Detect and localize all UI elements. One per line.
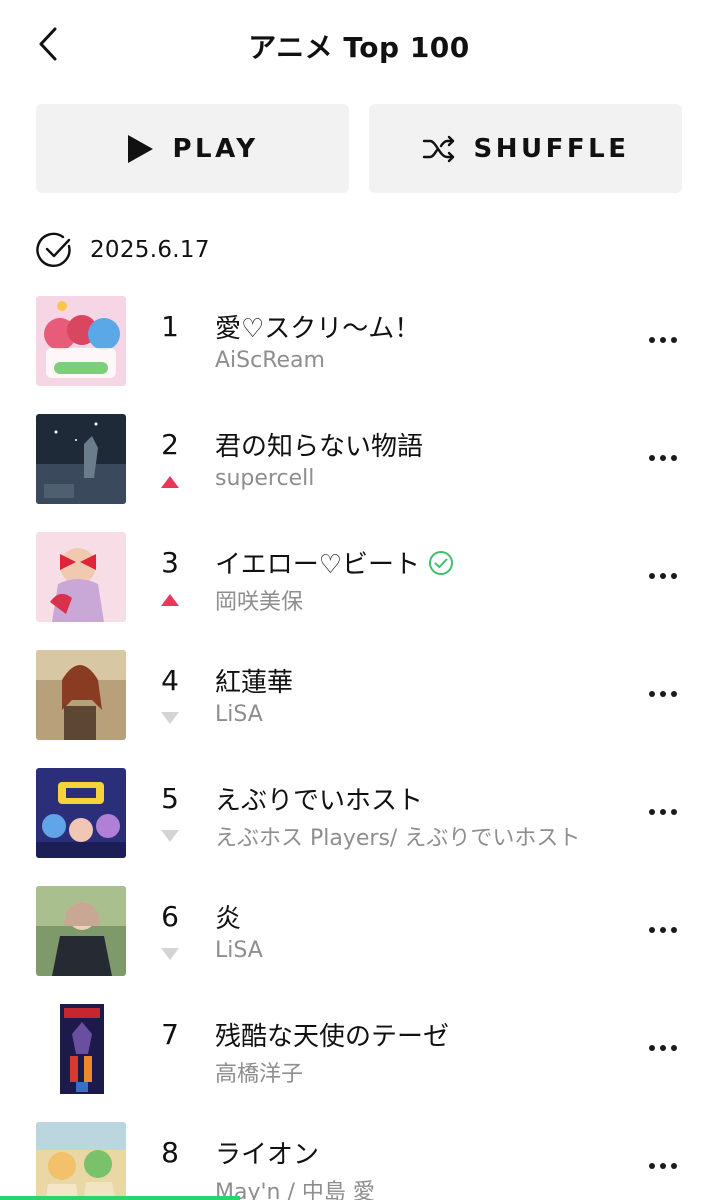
song-title-text: 炎 bbox=[215, 904, 242, 934]
song-title-text: イエロー♡ビート bbox=[215, 550, 421, 580]
track-row[interactable]: 5 えぶりでいホスト えぶホス Players/ えぶりでいホスト bbox=[0, 768, 718, 886]
shuffle-label: SHUFFLE bbox=[473, 133, 630, 164]
more-dot bbox=[649, 927, 655, 933]
artist-name[interactable]: 岡咲美保 bbox=[215, 584, 303, 616]
album-cover[interactable] bbox=[36, 1004, 126, 1094]
song-title[interactable]: 残酷な天使のテーゼ bbox=[215, 1016, 449, 1053]
more-dot bbox=[660, 809, 666, 815]
rank-number: 6 bbox=[161, 900, 179, 933]
song-title-text: 紅蓮華 bbox=[215, 668, 294, 698]
more-dot bbox=[671, 573, 677, 579]
verified-check-icon bbox=[429, 550, 454, 575]
play-label: PLAY bbox=[172, 133, 259, 164]
rank-number: 1 bbox=[161, 310, 179, 343]
song-title[interactable]: 炎 bbox=[215, 898, 241, 935]
artist-name[interactable]: supercell bbox=[215, 466, 314, 491]
song-title-text: えぶりでいホスト bbox=[215, 786, 424, 816]
shuffle-button[interactable]: SHUFFLE bbox=[369, 104, 682, 193]
more-dot bbox=[671, 927, 677, 933]
action-buttons: PLAY SHUFFLE bbox=[36, 104, 682, 193]
more-options-button[interactable] bbox=[638, 794, 688, 830]
artist-name[interactable]: AiScReam bbox=[215, 348, 325, 373]
shuffle-icon bbox=[422, 135, 454, 162]
artist-name[interactable]: えぶホス Players/ えぶりでいホスト bbox=[215, 820, 580, 852]
more-dot bbox=[671, 1163, 677, 1169]
more-dot bbox=[660, 1045, 666, 1051]
more-options-button[interactable] bbox=[638, 1148, 688, 1184]
more-options-button[interactable] bbox=[638, 676, 688, 712]
more-dot bbox=[660, 573, 666, 579]
album-cover[interactable] bbox=[36, 650, 126, 740]
more-dot bbox=[660, 455, 666, 461]
track-row[interactable]: 2 君の知らない物語 supercell bbox=[0, 414, 718, 532]
artist-name[interactable]: 高橋洋子 bbox=[215, 1056, 303, 1088]
page-title: アニメ Top 100 bbox=[248, 31, 470, 64]
playback-progress-bar bbox=[0, 1196, 240, 1200]
song-title-text: ライオン bbox=[215, 1140, 320, 1170]
date-text: 2025.6.17 bbox=[90, 237, 210, 263]
play-button[interactable]: PLAY bbox=[36, 104, 349, 193]
more-dot bbox=[649, 337, 655, 343]
check-circle-icon bbox=[36, 232, 71, 268]
trend-down-icon bbox=[161, 830, 179, 842]
trend-down-icon bbox=[161, 948, 179, 960]
more-dot bbox=[649, 809, 655, 815]
more-options-button[interactable] bbox=[638, 322, 688, 358]
track-row[interactable]: 1 愛♡スクリ〜ム！ AiScReam bbox=[0, 296, 718, 414]
more-dot bbox=[649, 573, 655, 579]
album-cover[interactable] bbox=[36, 296, 126, 386]
more-dot bbox=[660, 1163, 666, 1169]
rank-number: 8 bbox=[161, 1136, 179, 1169]
song-title[interactable]: 紅蓮華 bbox=[215, 662, 293, 699]
more-dot bbox=[649, 691, 655, 697]
song-title-text: 君の知らない物語 bbox=[215, 432, 424, 462]
more-dot bbox=[649, 455, 655, 461]
more-dot bbox=[671, 337, 677, 343]
trend-up-icon bbox=[161, 594, 179, 606]
album-cover[interactable] bbox=[36, 532, 126, 622]
song-title[interactable]: ライオン bbox=[215, 1134, 319, 1171]
rank-number: 2 bbox=[161, 428, 179, 461]
album-cover[interactable] bbox=[36, 768, 126, 858]
track-row[interactable]: 4 紅蓮華 LiSA bbox=[0, 650, 718, 768]
more-dot bbox=[660, 691, 666, 697]
more-dot bbox=[671, 1045, 677, 1051]
rank-number: 5 bbox=[161, 782, 179, 815]
track-row[interactable]: 6 炎 LiSA bbox=[0, 886, 718, 1004]
song-title[interactable]: 君の知らない物語 bbox=[215, 426, 423, 463]
more-options-button[interactable] bbox=[638, 912, 688, 948]
more-options-button[interactable] bbox=[638, 1030, 688, 1066]
more-dot bbox=[649, 1163, 655, 1169]
more-options-button[interactable] bbox=[638, 440, 688, 476]
more-dot bbox=[671, 809, 677, 815]
more-dot bbox=[671, 455, 677, 461]
chart-date: 2025.6.17 bbox=[36, 232, 210, 268]
more-dot bbox=[660, 337, 666, 343]
song-title[interactable]: イエロー♡ビート bbox=[215, 544, 454, 581]
track-row[interactable]: 3 イエロー♡ビート 岡咲美保 bbox=[0, 532, 718, 650]
more-dot bbox=[649, 1045, 655, 1051]
album-cover[interactable] bbox=[36, 414, 126, 504]
rank-number: 3 bbox=[161, 546, 179, 579]
song-title[interactable]: えぶりでいホスト bbox=[215, 780, 423, 817]
rank-number: 4 bbox=[161, 664, 179, 697]
track-row[interactable]: 8 ライオン May'n / 中島 愛 bbox=[0, 1122, 718, 1200]
play-icon bbox=[128, 134, 154, 163]
trend-up-icon bbox=[161, 476, 179, 488]
album-cover[interactable] bbox=[36, 886, 126, 976]
album-cover[interactable] bbox=[36, 1122, 126, 1200]
song-title-text: 愛♡スクリ〜ム！ bbox=[215, 314, 421, 344]
song-title-text: 残酷な天使のテーゼ bbox=[215, 1022, 450, 1052]
trend-down-icon bbox=[161, 712, 179, 724]
rank-number: 7 bbox=[161, 1018, 179, 1051]
track-row[interactable]: 7 残酷な天使のテーゼ 高橋洋子 bbox=[0, 1004, 718, 1122]
header: アニメ Top 100 bbox=[0, 0, 718, 90]
more-options-button[interactable] bbox=[638, 558, 688, 594]
song-title[interactable]: 愛♡スクリ〜ム！ bbox=[215, 308, 420, 345]
artist-name[interactable]: LiSA bbox=[215, 702, 263, 727]
more-dot bbox=[671, 691, 677, 697]
more-dot bbox=[660, 927, 666, 933]
artist-name[interactable]: LiSA bbox=[215, 938, 263, 963]
